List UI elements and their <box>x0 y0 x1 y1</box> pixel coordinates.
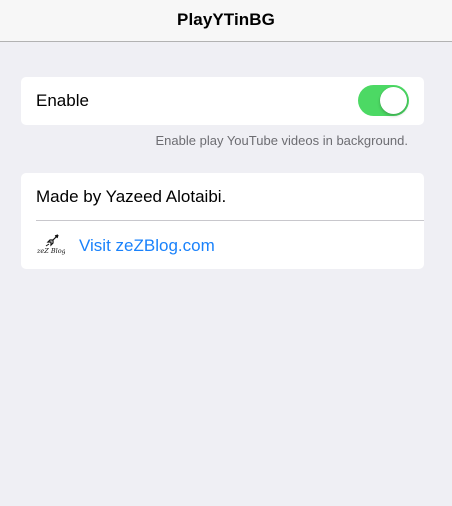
toggle-knob <box>380 87 407 114</box>
enable-footer-text: Enable play YouTube videos in background… <box>155 133 408 148</box>
enable-group: Enable <box>21 77 424 125</box>
made-by-label: Made by Yazeed Alotaibi. <box>36 187 227 206</box>
enable-label: Enable <box>36 91 89 110</box>
page-title: PlayYTinBG <box>177 10 275 29</box>
visit-blog-link[interactable]: zeZ Blog Visit zeZBlog.com <box>21 221 424 269</box>
rocket-icon <box>45 234 59 247</box>
enable-toggle[interactable] <box>358 85 409 116</box>
about-group: Made by Yazeed Alotaibi. zeZ Blog Visit … <box>21 173 424 269</box>
blog-logo-text: zeZ Blog <box>36 247 65 255</box>
navigation-bar: PlayYTinBG <box>0 0 452 42</box>
visit-blog-label: Visit zeZBlog.com <box>79 236 215 255</box>
blog-logo-icon: zeZ Blog <box>36 234 65 255</box>
